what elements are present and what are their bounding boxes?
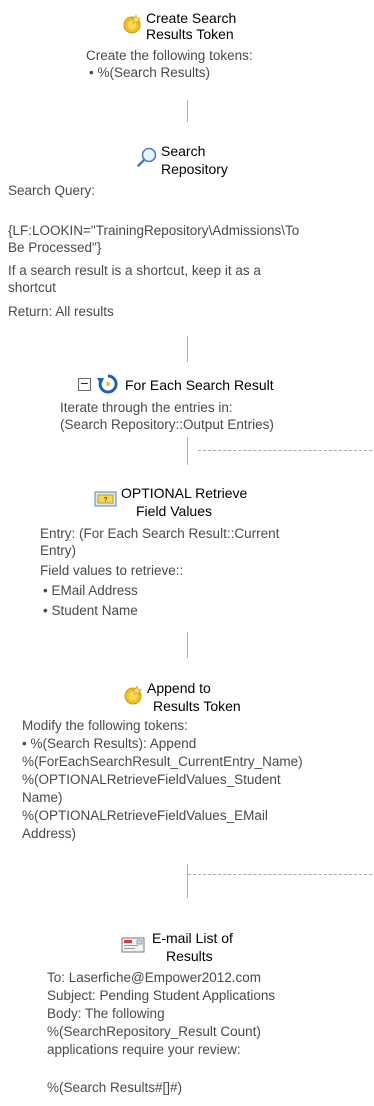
step-detail: • Student Name <box>43 603 138 618</box>
step-title-line2: Field Values <box>136 503 213 519</box>
step-title-line1: Append to <box>147 680 211 696</box>
step-detail: applications require your review: <box>47 1042 241 1057</box>
step-detail: Entry) <box>40 543 77 558</box>
token-icon <box>124 685 143 705</box>
step-detail: (Search Repository::Output Entries) <box>60 417 274 432</box>
step-detail: To: Laserfiche@Empower2012.com <box>47 970 262 985</box>
step-title-line2: Results Token <box>153 698 241 714</box>
field-values-icon: ? <box>94 491 117 507</box>
step-detail: %(OPTIONALRetrieveFieldValues_Student <box>22 772 281 787</box>
step-detail: • %(Search Results) <box>89 65 211 80</box>
step-detail: shortcut <box>8 280 57 295</box>
step-title-line2: Results Token <box>146 26 234 42</box>
step-detail: Search Query: <box>8 183 96 198</box>
step-detail: Body: The following <box>47 1006 165 1021</box>
svg-text:?: ? <box>104 497 108 504</box>
step-detail: Address) <box>22 826 77 841</box>
step-title-line1: Create Search <box>146 10 237 26</box>
step-title-line2: Repository <box>161 161 228 177</box>
step-detail: If a search result is a shortcut, keep i… <box>8 263 261 278</box>
minus-icon: − <box>80 375 89 391</box>
step-detail: %(Search Results#[]#) <box>47 1080 183 1095</box>
step-detail: Name) <box>22 790 63 805</box>
step-title: For Each Search Result <box>125 377 274 393</box>
email-icon <box>121 937 145 953</box>
step-detail: • EMail Address <box>43 583 138 598</box>
step-title-line1: Search <box>161 143 206 159</box>
step-detail: {LF:LOOKIN="TrainingRepository\Admission… <box>8 223 300 238</box>
step-title-line1: E-mail List of <box>152 930 233 946</box>
step-detail: Modify the following tokens: <box>22 718 188 733</box>
step-detail: Iterate through the entries in: <box>60 400 233 415</box>
step-detail: Subject: Pending Student Applications <box>47 988 276 1003</box>
loop-arrow-icon <box>97 374 118 394</box>
step-detail: %(OPTIONALRetrieveFieldValues_EMail <box>22 808 268 823</box>
token-icon <box>123 14 142 34</box>
step-title-line2: Results <box>166 948 213 964</box>
step-detail: Return: All results <box>8 304 114 319</box>
step-detail: Entry: (For Each Search Result::Current <box>40 526 280 541</box>
collapse-toggle[interactable]: − <box>78 375 91 391</box>
step-detail: Be Processed"} <box>8 240 102 255</box>
step-detail: Create the following tokens: <box>86 48 253 63</box>
magnifier-icon <box>137 147 157 167</box>
step-detail: Field values to retrieve:: <box>40 563 184 578</box>
step-detail: %(SearchRepository_Result Count) <box>47 1024 261 1039</box>
step-title-line1: OPTIONAL Retrieve <box>121 485 248 501</box>
step-detail: %(ForEachSearchResult_CurrentEntry_Name) <box>22 754 303 769</box>
step-detail: • %(Search Results): Append <box>22 736 197 751</box>
